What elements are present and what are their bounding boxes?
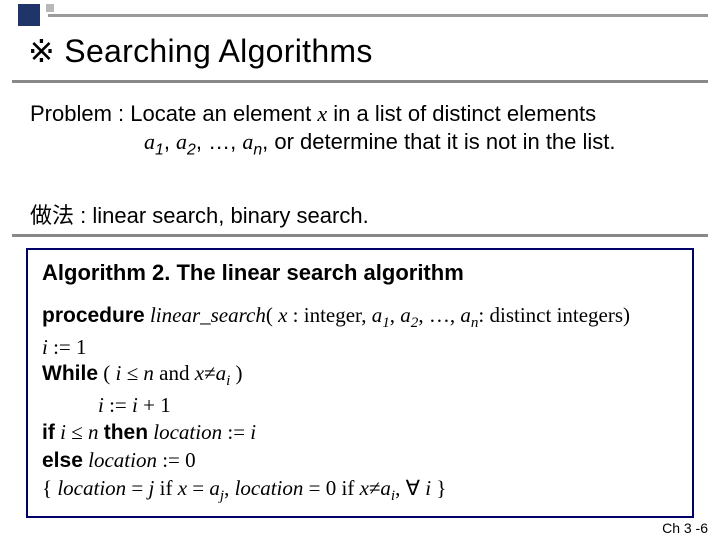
loc-assign-1: := bbox=[222, 420, 250, 444]
algo-comment-line: { location = j if x = aj, location = 0 i… bbox=[42, 475, 678, 507]
comment-eq1: = bbox=[126, 476, 148, 500]
problem-line-1: Problem : Locate an element x in a list … bbox=[30, 100, 700, 128]
algorithm-title: Algorithm 2. The linear search algorithm bbox=[42, 260, 678, 286]
algo-if-line: if i ≤ n then location := i bbox=[42, 419, 678, 447]
accent-horizontal-line bbox=[48, 14, 708, 17]
problem-line-2: a1, a2, …, an, or determine that it is n… bbox=[144, 128, 700, 160]
loc-var-4: location bbox=[235, 476, 304, 500]
problem-suffix: in a list of distinct elements bbox=[327, 101, 596, 126]
loc-var-3: location bbox=[57, 476, 126, 500]
while-le: ≤ bbox=[121, 361, 143, 385]
comment-close: } bbox=[431, 476, 446, 500]
accent-square-gray bbox=[46, 4, 54, 12]
algo-procedure-line: procedure linear_search( x : integer, a1… bbox=[42, 302, 678, 334]
comment-open: { bbox=[42, 476, 57, 500]
kw-else: else bbox=[42, 449, 83, 472]
proc-name: linear_search bbox=[150, 303, 266, 327]
loc-zero: := 0 bbox=[157, 448, 196, 472]
problem-line2-tail: , or determine that it is not in the lis… bbox=[262, 129, 615, 154]
algo-init-line: i := 1 bbox=[42, 334, 678, 361]
page-footer: Ch 3 -6 bbox=[662, 520, 708, 536]
kw-then: then bbox=[104, 421, 148, 444]
while-open: ( bbox=[98, 361, 116, 385]
problem-x-var: x bbox=[317, 101, 327, 126]
comment-sep: , bbox=[224, 476, 235, 500]
init-val: := 1 bbox=[48, 335, 87, 359]
comment-if1: if bbox=[154, 476, 177, 500]
kw-while: While bbox=[42, 362, 98, 385]
algo-step-line: i := i + 1 bbox=[98, 392, 678, 419]
methods-line: 做法 : linear search, binary search. bbox=[30, 198, 369, 230]
kw-if: if bbox=[42, 421, 55, 444]
step-plus: + 1 bbox=[138, 393, 171, 417]
section-divider bbox=[12, 234, 708, 237]
algo-while-line: While ( i ≤ n and x≠ai ) bbox=[42, 360, 678, 392]
forall-symbol: ∀ bbox=[406, 476, 420, 500]
proc-sig-end: : distinct integers) bbox=[478, 303, 630, 327]
slide-title: ※ Searching Algorithms bbox=[28, 32, 373, 70]
step-assign: := bbox=[104, 393, 132, 417]
loc-var-2: location bbox=[88, 448, 157, 472]
top-accent-bar bbox=[0, 0, 720, 22]
while-and: and bbox=[154, 361, 195, 385]
while-neq: ≠ bbox=[204, 361, 216, 385]
title-underline bbox=[12, 80, 708, 83]
proc-sig-mid: : integer, bbox=[287, 303, 371, 327]
problem-prefix: Problem : Locate an element bbox=[30, 101, 317, 126]
algorithm-box: Algorithm 2. The linear search algorithm… bbox=[26, 248, 694, 518]
problem-statement: Problem : Locate an element x in a list … bbox=[30, 100, 700, 160]
comment-neq: ≠ bbox=[369, 476, 381, 500]
loc-var-1: location bbox=[153, 420, 222, 444]
kw-procedure: procedure bbox=[42, 304, 145, 327]
accent-square-navy bbox=[18, 4, 40, 26]
algorithm-body: procedure linear_search( x : integer, a1… bbox=[42, 302, 678, 506]
if-le: ≤ bbox=[66, 420, 88, 444]
algo-else-line: else location := 0 bbox=[42, 447, 678, 475]
while-close: ) bbox=[230, 361, 242, 385]
